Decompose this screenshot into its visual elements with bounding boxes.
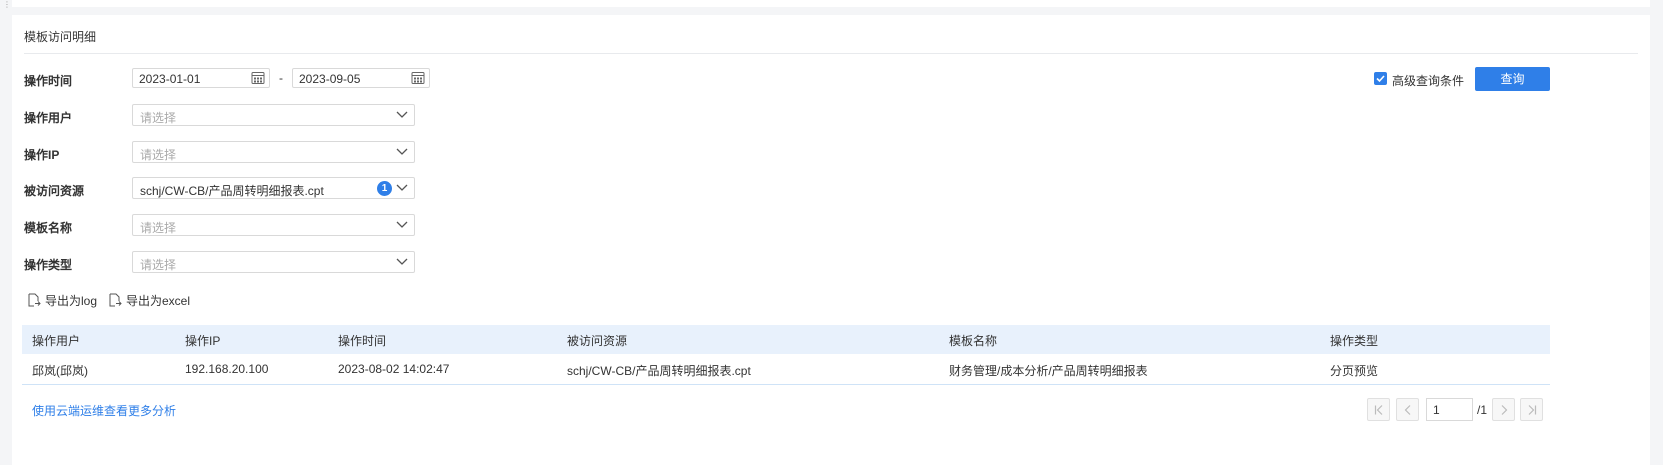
date-start-value: 2023-01-01 xyxy=(139,72,201,86)
op-ip-placeholder: 请选择 xyxy=(140,148,177,162)
cloud-ops-link[interactable]: 使用云端运维查看更多分析 xyxy=(32,402,176,419)
resource-select[interactable]: schj/CW-CB/产品周转明细报表.cpt 1 xyxy=(132,177,415,199)
last-page-icon xyxy=(1528,405,1537,415)
export-log-label: 导出为log xyxy=(45,293,98,308)
top-panel-strip xyxy=(12,0,1650,7)
table-header: 操作用户 操作IP 操作时间 被访问资源 模板名称 操作类型 xyxy=(22,325,1550,354)
table-row[interactable]: 邱岚(邱岚) 192.168.20.100 2023-08-02 14:02:4… xyxy=(22,354,1550,385)
page-number-input[interactable]: 1 xyxy=(1426,398,1473,421)
advanced-checkbox[interactable] xyxy=(1374,72,1387,85)
check-icon xyxy=(1376,75,1385,83)
chevron-right-icon xyxy=(1501,405,1508,415)
template-name-label: 模板名称 xyxy=(24,221,73,235)
chevron-left-icon xyxy=(1404,405,1411,415)
template-name-placeholder: 请选择 xyxy=(140,221,177,235)
date-separator: - xyxy=(279,71,283,85)
section-title: 模板访问明细 xyxy=(24,30,97,44)
date-end-input[interactable]: 2023-09-05 xyxy=(292,68,430,88)
cell-ip: 192.168.20.100 xyxy=(185,362,269,376)
op-user-placeholder: 请选择 xyxy=(140,111,177,125)
op-user-select[interactable]: 请选择 xyxy=(132,104,415,126)
column-header[interactable]: 操作IP xyxy=(185,332,220,349)
op-type-select[interactable]: 请选择 xyxy=(132,251,415,273)
cell-time: 2023-08-02 14:02:47 xyxy=(338,362,450,376)
template-name-select[interactable]: 请选择 xyxy=(132,214,415,236)
drag-handle-icon[interactable]: ⋮ xyxy=(3,0,11,10)
cell-resource: schj/CW-CB/产品周转明细报表.cpt xyxy=(567,364,751,378)
first-page-icon xyxy=(1374,405,1383,415)
template-access-panel: 模板访问明细 操作时间 2023-01-01 - 2023-09-05 操作用户… xyxy=(12,15,1650,465)
calendar-icon[interactable] xyxy=(251,71,265,85)
resource-value: schj/CW-CB/产品周转明细报表.cpt xyxy=(140,184,324,198)
date-start-input[interactable]: 2023-01-01 xyxy=(132,68,270,88)
last-page-button[interactable] xyxy=(1520,398,1543,421)
op-ip-select[interactable]: 请选择 xyxy=(132,141,415,163)
op-ip-label: 操作IP xyxy=(24,148,60,162)
op-type-label: 操作类型 xyxy=(24,258,73,272)
cell-template-name: 财务管理/成本分析/产品周转明细报表 xyxy=(949,364,1148,378)
export-excel-button[interactable]: 导出为excel xyxy=(108,292,190,308)
chevron-down-icon xyxy=(396,184,408,191)
column-header[interactable]: 操作类型 xyxy=(1330,332,1378,349)
chevron-down-icon xyxy=(396,258,408,265)
page-scrollbar[interactable] xyxy=(1652,0,1663,465)
query-button[interactable]: 查询 xyxy=(1475,67,1550,91)
resource-label: 被访问资源 xyxy=(24,184,85,198)
export-log-button[interactable]: 导出为log xyxy=(27,292,97,308)
op-time-label: 操作时间 xyxy=(24,74,73,88)
export-excel-label: 导出为excel xyxy=(126,293,191,308)
next-page-button[interactable] xyxy=(1492,398,1515,421)
cell-op-type: 分页预览 xyxy=(1330,364,1379,378)
column-header[interactable]: 模板名称 xyxy=(949,332,997,349)
column-header[interactable]: 被访问资源 xyxy=(567,332,627,349)
calendar-icon[interactable] xyxy=(411,71,425,85)
op-type-placeholder: 请选择 xyxy=(140,258,177,272)
title-divider xyxy=(24,53,1638,54)
chevron-down-icon xyxy=(396,221,408,228)
column-header[interactable]: 操作用户 xyxy=(32,332,80,349)
first-page-button[interactable] xyxy=(1367,398,1390,421)
export-file-icon xyxy=(109,293,122,307)
chevron-down-icon xyxy=(396,148,408,155)
date-end-value: 2023-09-05 xyxy=(299,72,361,86)
column-header[interactable]: 操作时间 xyxy=(338,332,386,349)
page-total: /1 xyxy=(1477,403,1488,417)
cell-user: 邱岚(邱岚) xyxy=(32,364,88,378)
selected-count-badge: 1 xyxy=(377,181,392,196)
access-log-table: 操作用户 操作IP 操作时间 被访问资源 模板名称 操作类型 邱岚(邱岚) 19… xyxy=(22,325,1550,385)
chevron-down-icon xyxy=(396,111,408,118)
export-file-icon xyxy=(28,293,41,307)
advanced-query-label[interactable]: 高级查询条件 xyxy=(1392,72,1464,89)
op-user-label: 操作用户 xyxy=(24,111,73,125)
prev-page-button[interactable] xyxy=(1396,398,1419,421)
page-current: 1 xyxy=(1433,403,1440,417)
